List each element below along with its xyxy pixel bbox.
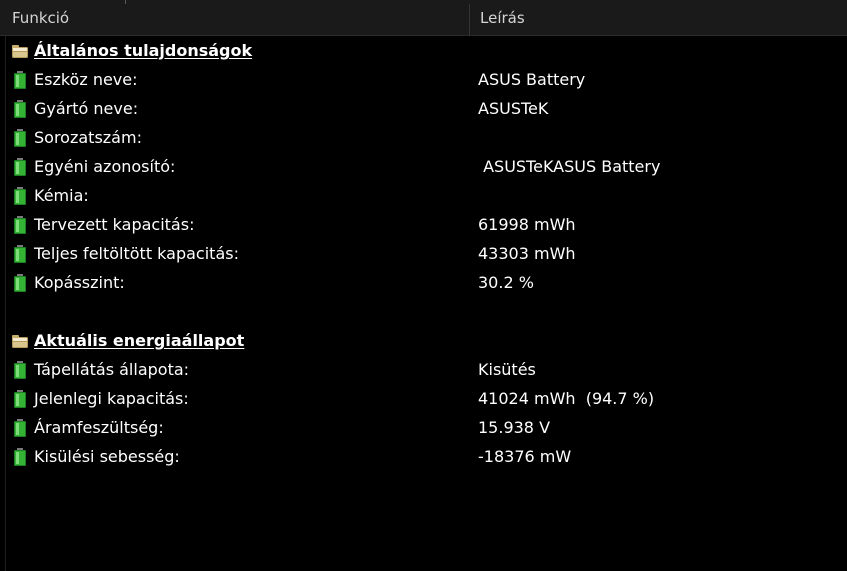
list-item[interactable]: Egyéni azonosító: ASUSTeKASUS Battery [0,152,847,181]
column-header-function[interactable]: Funkció [12,0,69,36]
property-label: Kisülési sebesség: [34,447,180,466]
list-item[interactable]: Eszköz neve: ASUS Battery [0,65,847,94]
battery-icon [14,274,26,292]
list-item[interactable]: Kémia: [0,181,847,210]
battery-icon [14,216,26,234]
property-label: Kopásszint: [34,273,125,292]
battery-icon [14,419,26,437]
battery-icon [14,245,26,263]
folder-icon [12,335,28,348]
property-label: Sorozatszám: [34,128,142,147]
list-item[interactable]: Kopásszint: 30.2 % [0,268,847,297]
list-item[interactable]: Gyártó neve: ASUSTeK [0,94,847,123]
battery-icon [14,71,26,89]
battery-icon [14,100,26,118]
section-title: Általános tulajdonságok [34,41,253,60]
column-divider[interactable] [469,4,470,36]
section-header-general[interactable]: Általános tulajdonságok [0,36,847,65]
property-value: Kisütés [478,360,536,379]
list-item[interactable]: Sorozatszám: [0,123,847,152]
column-header-description[interactable]: Leírás [480,0,525,36]
property-label: Tervezett kapacitás: [34,215,195,234]
battery-icon [14,187,26,205]
battery-icon [14,361,26,379]
battery-icon [14,448,26,466]
property-label: Áramfeszültség: [34,418,164,437]
property-value: 61998 mWh [478,215,576,234]
property-label: Jelenlegi kapacitás: [34,389,189,408]
property-value: -18376 mW [478,447,572,466]
property-value: 15.938 V [478,418,551,437]
property-label: Teljes feltöltött kapacitás: [34,244,239,263]
folder-icon [12,45,28,58]
list-item[interactable]: Jelenlegi kapacitás: 41024 mWh (94.7 %) [0,384,847,413]
property-value: 30.2 % [478,273,534,292]
property-label: Egyéni azonosító: [34,157,176,176]
property-list: Általános tulajdonságok Eszköz neve: ASU… [0,36,847,471]
battery-icon [14,390,26,408]
property-label: Eszköz neve: [34,70,138,89]
list-item[interactable]: Kisülési sebesség: -18376 mW [0,442,847,471]
property-label: Tápellátás állapota: [34,360,190,379]
list-item[interactable]: Teljes feltöltött kapacitás: 43303 mWh [0,239,847,268]
column-header-bar: Funkció Leírás [0,0,847,36]
list-item[interactable]: Áramfeszültség: 15.938 V [0,413,847,442]
battery-icon [14,129,26,147]
property-value: 43303 mWh [478,244,576,263]
list-item[interactable]: Tápellátás állapota: Kisütés [0,355,847,384]
header-tick-mark [125,0,126,4]
section-header-power-status[interactable]: Aktuális energiaállapot [0,326,847,355]
list-item[interactable]: Tervezett kapacitás: 61998 mWh [0,210,847,239]
property-value: ASUSTeKASUS Battery [478,157,661,176]
property-label: Gyártó neve: [34,99,139,118]
battery-icon [14,158,26,176]
property-value: ASUS Battery [478,70,586,89]
property-value: ASUSTeK [478,99,549,118]
property-label: Kémia: [34,186,89,205]
property-value: 41024 mWh (94.7 %) [478,389,655,408]
section-title: Aktuális energiaállapot [34,331,245,350]
